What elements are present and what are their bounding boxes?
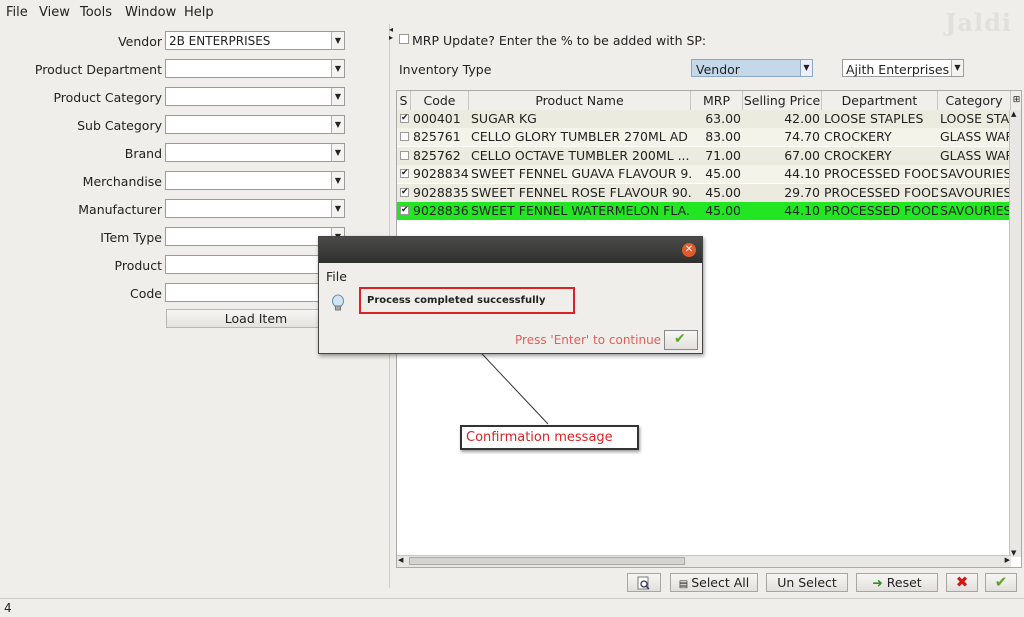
dialog-press-enter-text: Press 'Enter' to continue	[515, 333, 662, 347]
confirmation-dialog: ✕ File Process completed successfully Pr…	[318, 236, 703, 354]
dialog-titlebar[interactable]: ✕	[319, 237, 702, 263]
check-icon: ✔	[674, 331, 686, 347]
dialog-menu-file[interactable]: File	[326, 269, 347, 284]
lightbulb-icon	[332, 294, 344, 311]
dialog-message: Process completed successfully	[359, 287, 575, 314]
callout-text: Confirmation message	[466, 430, 613, 445]
dialog-ok-button[interactable]: ✔	[664, 330, 698, 350]
close-icon[interactable]: ✕	[682, 243, 696, 257]
dialog-message-text: Process completed successfully	[367, 295, 546, 306]
callout-box: Confirmation message	[460, 425, 639, 450]
